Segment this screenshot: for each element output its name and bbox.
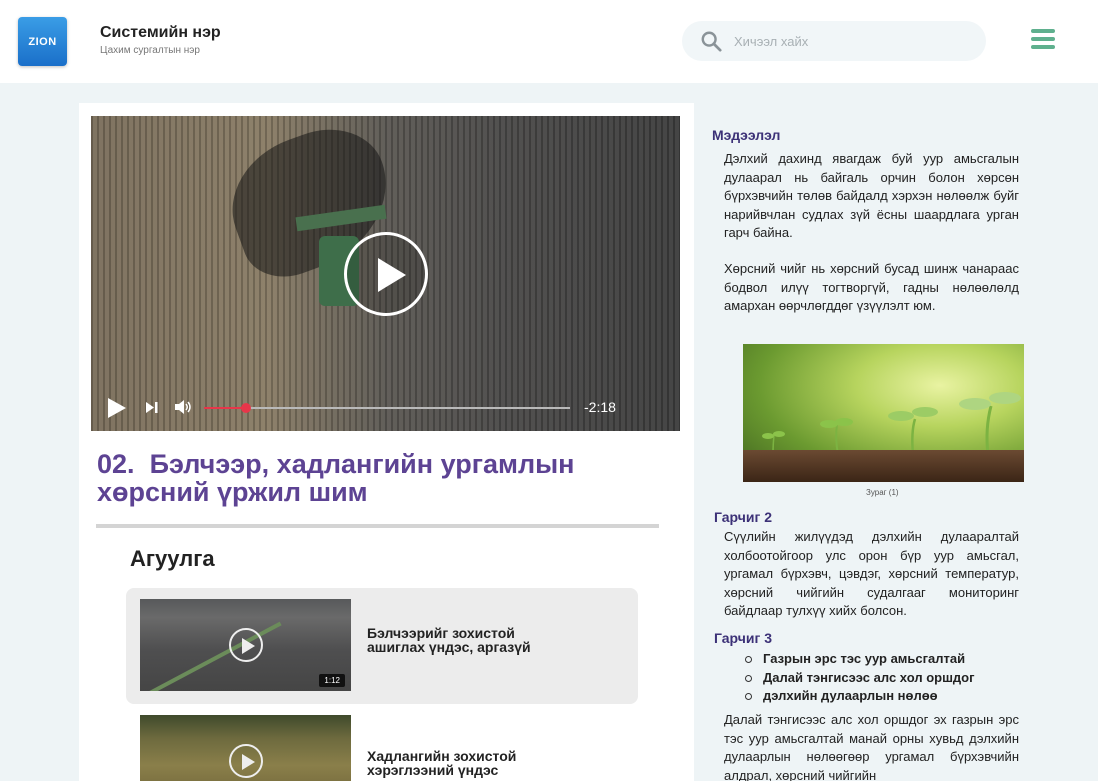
info-heading: Мэдээлэл — [712, 127, 781, 143]
contents-heading: Агуулга — [130, 546, 215, 571]
info-paragraph-2: Хөрсний чийг нь хөрсний бусад шинж чанар… — [724, 261, 1019, 313]
lesson-number: 02. — [97, 449, 135, 479]
lesson-title-text: Бэлчээр, хадлангийн ургамлын хөрсний үрж… — [97, 449, 575, 507]
thumbnail-play-icon[interactable] — [229, 744, 263, 778]
contents-item-2[interactable]: Хадлангийн зохистой хэрэглээний үндэс — [126, 704, 638, 781]
control-volume-icon[interactable] — [175, 399, 193, 415]
video-progress-fill — [204, 407, 247, 409]
time-remaining: -2:18 — [584, 399, 616, 415]
contents-item-thumbnail[interactable] — [140, 715, 351, 781]
control-play-icon[interactable] — [108, 398, 126, 418]
search-input[interactable] — [734, 21, 974, 61]
system-subtitle: Цахим сургалтын нэр — [100, 45, 200, 56]
title-divider — [96, 524, 659, 528]
zion-logo[interactable]: ZION — [18, 17, 67, 66]
thumbnail-play-icon[interactable] — [229, 628, 263, 662]
top-header: ZION Системийн нэр Цахим сургалтын нэр — [0, 0, 1098, 83]
info-paragraph-4: Далай тэнгисээс алс хол оршдог эх газрын… — [724, 712, 1019, 781]
bullet-item: Газрын эрс тэс уур амьсгалтай — [745, 650, 975, 669]
info-bullet-list: Газрын эрс тэс уур амьсгалтай Далай тэнг… — [745, 650, 975, 706]
video-player[interactable]: -2:18 — [91, 116, 680, 431]
sprout-image — [743, 344, 1024, 482]
image-caption: Зураг (1) — [866, 488, 899, 497]
hamburger-menu-icon[interactable] — [1031, 29, 1055, 53]
thumbnail-field-stripe — [140, 621, 282, 691]
lesson-title: 02. Бэлчээр, хадлангийн ургамлын хөрсний… — [97, 450, 657, 506]
video-progress-bar[interactable] — [204, 403, 570, 413]
info-heading-2: Гарчиг 2 — [714, 509, 772, 525]
info-heading-3: Гарчиг 3 — [714, 630, 772, 646]
sprout-image-soil — [743, 450, 1024, 482]
contents-item-1[interactable]: 1:12 Бэлчээрийг зохистой ашиглах үндэс, … — [126, 588, 638, 704]
bullet-item: Далай тэнгисээс алс хол оршдог — [745, 669, 975, 688]
search-icon[interactable] — [700, 30, 722, 52]
info-paragraph-1: Дэлхий дахинд явагдаж буй уур амьсгалын … — [724, 151, 1019, 240]
system-name: Системийн нэр — [100, 24, 221, 41]
video-play-icon[interactable] — [344, 232, 428, 316]
info-paragraph-3: Сүүлийн жилүүдэд дэлхийн дулааралтай хол… — [724, 529, 1019, 618]
contents-item-thumbnail[interactable]: 1:12 — [140, 599, 351, 691]
video-duration-badge: 1:12 — [319, 674, 345, 687]
video-progress-handle[interactable] — [241, 403, 252, 413]
bullet-item: дэлхийн дулаарлын нөлөө — [745, 687, 975, 706]
control-next-icon[interactable] — [146, 402, 158, 413]
contents-item-label[interactable]: Хадлангийн зохистой хэрэглээний үндэс — [367, 749, 547, 777]
contents-item-label[interactable]: Бэлчээрийг зохистой ашиглах үндэс, аргаз… — [367, 626, 547, 654]
search-box[interactable] — [682, 21, 986, 61]
